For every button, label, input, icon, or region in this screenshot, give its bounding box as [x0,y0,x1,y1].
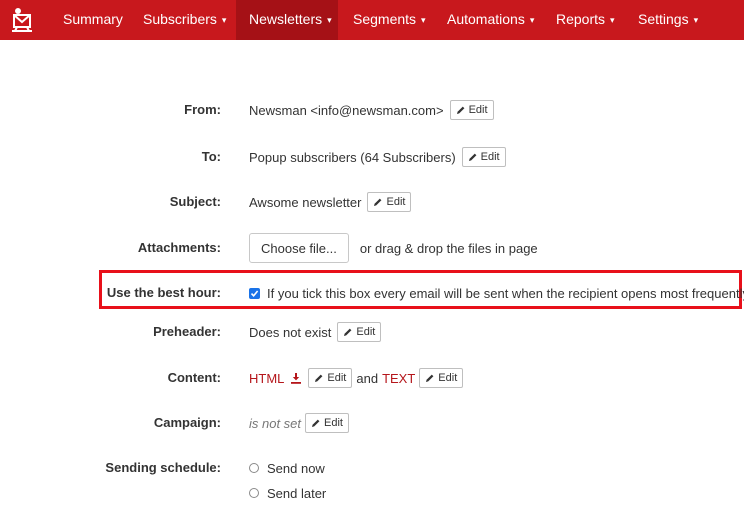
nav-automations-label: Automations [447,11,525,27]
nav-reports[interactable]: Reports ▾ [546,0,625,40]
choose-file-button[interactable]: Choose file... [249,233,349,263]
pencil-icon [426,374,434,382]
campaign-row: Campaign: is not set Edit [0,408,744,438]
chevron-down-icon: ▾ [421,15,426,25]
from-value-container: Newsman <info@newsman.com> Edit [249,95,494,125]
best-hour-value-container: If you tick this box every email will be… [249,278,744,308]
nav-segments-label: Segments [353,11,417,27]
nav-newsletters-label: Newsletters [249,11,323,27]
preheader-label: Preheader: [153,324,221,339]
top-navigation-bar: Summary Subscribers ▾ Newsletters ▾ Segmen… [0,0,744,40]
pencil-icon [374,198,382,206]
to-value: Popup subscribers (64 Subscribers) [249,149,456,165]
nav-summary[interactable]: Summary [52,0,134,40]
subject-row: Subject: Awsome newsletter Edit [0,187,744,217]
schedule-send-later-container: Send later [249,478,326,508]
content-html-link[interactable]: HTML [249,371,284,386]
edit-to-button[interactable]: Edit [461,147,506,167]
preheader-value-container: Does not exist Edit [249,317,382,347]
schedule-row-2: Send later [0,478,744,508]
to-value-container: Popup subscribers (64 Subscribers) Edit [249,142,506,172]
send-later-label: Send later [267,485,327,501]
subject-value-container: Awsome newsletter Edit [249,187,412,217]
nav-subscribers-label: Subscribers [143,11,217,27]
nav-segments[interactable]: Segments ▾ [343,0,436,40]
attachments-value-container: Choose file... or drag & drop the files … [249,233,538,263]
edit-label: Edit [356,326,376,338]
edit-label: Edit [468,104,488,116]
best-hour-description: If you tick this box every email will be… [267,285,744,301]
edit-label: Edit [480,151,500,163]
nav-reports-label: Reports [556,11,606,27]
pencil-icon [315,374,323,382]
download-icon[interactable] [290,372,302,384]
edit-label: Edit [324,417,343,429]
best-hour-row: Use the best hour: If you tick this box … [0,278,744,308]
edit-preheader-button[interactable]: Edit [337,322,382,342]
chevron-down-icon: ▾ [693,15,699,25]
pencil-icon [344,328,352,336]
edit-label: Edit [386,196,406,208]
edit-subject-button[interactable]: Edit [367,192,412,212]
to-label: To: [201,149,221,164]
from-row: From: Newsman <info@newsman.com> Edit [0,95,744,125]
preheader-value: Does not exist [249,324,332,340]
pencil-icon [312,419,320,427]
edit-label: Edit [327,372,347,384]
content-row: Content: HTML Edit and TEXT Edit [0,363,744,393]
best-hour-checkbox[interactable] [249,287,260,299]
content-and-text: and [356,370,379,386]
nav-newsletters[interactable]: Newsletters ▾ [236,0,338,40]
best-hour-label: Use the best hour: [106,285,221,300]
edit-html-button[interactable]: Edit [308,368,353,388]
drag-drop-hint: or drag & drop the files in page [359,240,538,256]
attachments-row: Attachments: Choose file... or drag & dr… [0,233,744,263]
send-now-radio[interactable] [249,463,259,473]
edit-text-button[interactable]: Edit [419,368,464,388]
nav-subscribers[interactable]: Subscribers ▾ [133,0,236,40]
nav-settings[interactable]: Settings ▾ [628,0,708,40]
preheader-row: Preheader: Does not exist Edit [0,317,744,347]
chevron-down-icon: ▾ [221,15,227,25]
send-later-radio[interactable] [249,488,259,498]
content-label: Content: [167,370,221,385]
campaign-value: is not set [249,415,302,431]
pencil-icon [468,153,477,161]
from-label: From: [184,102,221,117]
to-row: To: Popup subscribers (64 Subscribers) E… [0,142,744,172]
from-value: Newsman <info@newsman.com> [249,102,444,118]
campaign-label: Campaign: [153,415,221,430]
send-now-label: Send now [267,460,325,476]
subject-value: Awsome newsletter [249,194,362,210]
content-value-container: HTML Edit and TEXT Edit [249,363,464,393]
chevron-down-icon: ▾ [327,15,332,25]
subject-label: Subject: [169,194,221,209]
nav-summary-label: Summary [63,11,123,27]
chevron-down-icon: ▾ [610,15,615,25]
campaign-value-container: is not set Edit [249,408,349,438]
checkmark-icon [250,289,259,297]
nav-settings-label: Settings [638,11,689,27]
edit-label: Edit [438,372,458,384]
attachments-label: Attachments: [137,240,221,255]
content-text-link[interactable]: TEXT [382,371,415,386]
newsman-logo-icon[interactable] [8,5,36,35]
pencil-icon [456,106,464,114]
edit-from-button[interactable]: Edit [449,100,494,120]
edit-campaign-button[interactable]: Edit [305,413,349,433]
nav-automations[interactable]: Automations ▾ [437,0,544,40]
chevron-down-icon: ▾ [529,15,535,25]
